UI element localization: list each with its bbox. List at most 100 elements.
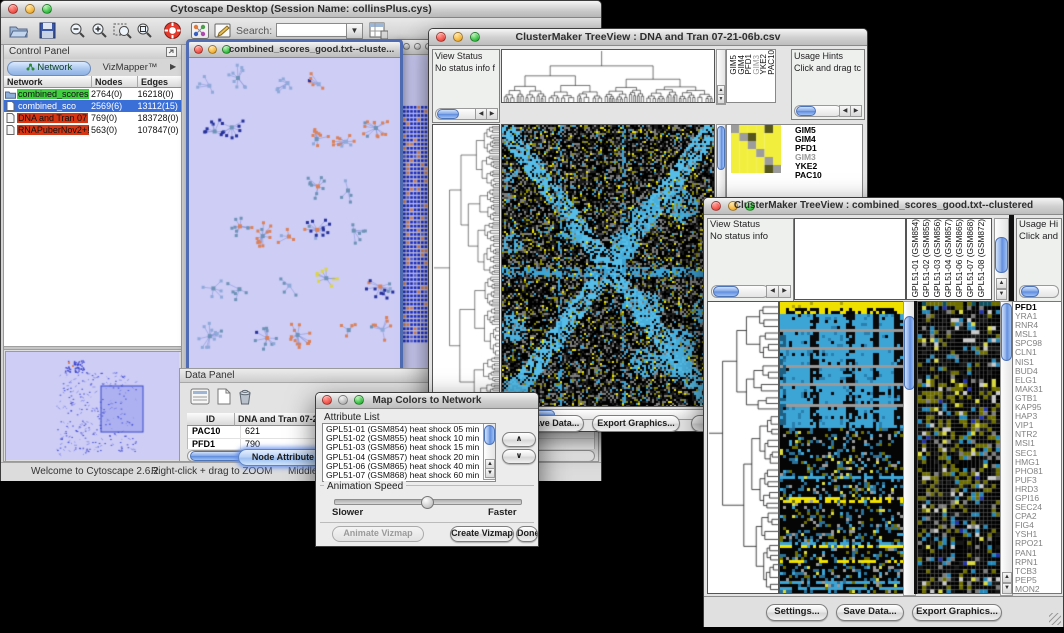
- search-dropdown-button[interactable]: ▼: [346, 23, 363, 39]
- control-panel: Control Panel Network VizMapper™ ▶ Netwo…: [3, 44, 182, 462]
- attribute-list-label: Attribute List: [324, 412, 380, 423]
- close-button[interactable]: [194, 45, 203, 54]
- zoom-out-icon[interactable]: [69, 22, 87, 40]
- column-dendrogram[interactable]: [501, 49, 715, 103]
- scroll-right-arrow[interactable]: ▶: [850, 105, 862, 117]
- new-attribute-icon[interactable]: [215, 388, 232, 405]
- treeview1-title: ClusterMaker TreeView : DNA and Tran 07-…: [429, 31, 867, 43]
- network-list-row[interactable]: combined_sco2569(6)13112(15): [4, 100, 181, 112]
- status-hint-zoom: Right-click + drag to ZOOM: [151, 466, 272, 477]
- gene-label[interactable]: MON2: [1015, 585, 1061, 594]
- minimize-button[interactable]: [208, 45, 217, 54]
- save-data-button[interactable]: Save Data...: [836, 604, 904, 621]
- move-down-button[interactable]: ∨: [502, 449, 536, 464]
- export-graphics-button[interactable]: Export Graphics...: [592, 415, 680, 432]
- column-label[interactable]: PFD1: [744, 54, 752, 74]
- network-graph-view[interactable]: [189, 58, 400, 371]
- slider-slower-label: Slower: [332, 507, 363, 518]
- zoom-submatrix-view[interactable]: [917, 301, 1001, 594]
- zoom-in-icon[interactable]: [91, 22, 109, 40]
- column-label[interactable]: GIM3: [752, 55, 760, 75]
- network-edges: 183728(0): [136, 113, 181, 123]
- scroll-right-arrow[interactable]: ▶: [778, 285, 791, 298]
- column-label[interactable]: GPL51-01 (GSM854): [910, 219, 921, 297]
- map-colors-dialog: Map Colors to Network Attribute List GPL…: [315, 392, 539, 547]
- network-edges: 16218(0): [136, 89, 181, 99]
- create-vizmap-button[interactable]: Create Vizmap: [450, 526, 514, 542]
- attribute-list-vscrollbar[interactable]: ▲ ▼: [483, 424, 495, 480]
- close-button[interactable]: [403, 43, 410, 50]
- column-label[interactable]: PAC10: [767, 50, 775, 75]
- scroll-right-arrow[interactable]: ▶: [486, 108, 498, 120]
- grid-network-view[interactable]: [402, 104, 428, 346]
- slider-faster-label: Faster: [488, 507, 517, 518]
- save-icon[interactable]: [39, 22, 56, 39]
- network-name: combined_sco: [17, 101, 77, 111]
- background-network-window[interactable]: [399, 39, 431, 375]
- heatmap-global-view[interactable]: [501, 124, 715, 407]
- heatmap-view[interactable]: [779, 301, 904, 594]
- animation-speed-slider[interactable]: [334, 499, 522, 505]
- move-up-button[interactable]: ∧: [502, 432, 536, 447]
- export-graphics-button[interactable]: Export Graphics...: [912, 604, 1002, 621]
- column-label[interactable]: GIM5: [729, 55, 737, 75]
- birdseye-view[interactable]: [5, 351, 182, 463]
- row-dendrogram[interactable]: [432, 124, 500, 407]
- slider-thumb[interactable]: [421, 496, 434, 509]
- zoom-column-labels: GIM5GIM4PFD1GIM3YKE2PAC10: [726, 49, 776, 103]
- column-label[interactable]: GPL51-08 (GSM872): [976, 219, 987, 297]
- column-label[interactable]: GPL51-04 (GSM857): [943, 219, 954, 297]
- column-label[interactable]: GPL51-03 (GSM856): [932, 219, 943, 297]
- column-labels-vscrollbar[interactable]: ▲ ▼: [994, 218, 1009, 302]
- view-status-panel: View Status No status info f ◀ ▶: [432, 49, 500, 123]
- network-name: RNAPuberNov2+!: [17, 125, 89, 135]
- network-tab-icon: [26, 63, 35, 71]
- settings-button[interactable]: Settings...: [766, 604, 828, 621]
- network-view-title: combined_scores_good.txt--cluste...: [229, 44, 396, 55]
- gene-labels-list: PFD1YRA1RNR4MSL1SPC98CLN1NIS1BUD4ELG1MAK…: [1012, 301, 1062, 594]
- animate-vizmap-button[interactable]: Animate Vizmap: [332, 526, 424, 542]
- float-panel-icon[interactable]: [166, 47, 177, 57]
- select-attributes-icon[interactable]: [190, 388, 210, 405]
- column-label[interactable]: GPL51-06 (GSM865): [954, 219, 965, 297]
- network-list-row[interactable]: DNA and Tran 07769(0)183728(0): [4, 112, 181, 124]
- attribute-list-item[interactable]: GPL51-07 (GSM868) heat shock 60 min: [326, 471, 495, 480]
- attribute-table-icon[interactable]: [369, 22, 388, 39]
- column-label[interactable]: GPL51-07 (GSM868): [965, 219, 976, 297]
- tab-network[interactable]: Network: [7, 61, 91, 76]
- zoom-submatrix-view[interactable]: [731, 125, 781, 173]
- zoom-selected-icon[interactable]: [113, 22, 133, 40]
- usage-hints-hscrollbar[interactable]: [794, 105, 842, 117]
- main-window-title: Cytoscape Desktop (Session Name: collins…: [1, 3, 601, 15]
- tab-overflow-arrow[interactable]: ▶: [170, 62, 176, 71]
- column-dendrogram-area[interactable]: [794, 218, 906, 300]
- usage-hints-hscrollbar[interactable]: [1019, 285, 1059, 298]
- data-panel-title: Data Panel: [185, 370, 234, 381]
- open-file-icon[interactable]: [9, 22, 28, 39]
- view-status-hscrollbar[interactable]: [711, 285, 769, 298]
- main-titlebar[interactable]: Cytoscape Desktop (Session Name: collins…: [1, 1, 601, 18]
- done-button[interactable]: Done: [516, 526, 538, 542]
- treeview2-bottom-bar: Settings... Save Data... Export Graphics..…: [704, 596, 1063, 627]
- zoom-fit-icon[interactable]: [136, 22, 154, 40]
- attribute-list: GPL51-01 (GSM854) heat shock 05 minGPL51…: [322, 423, 496, 482]
- delete-attribute-icon[interactable]: [237, 388, 253, 406]
- help-icon[interactable]: [163, 21, 182, 40]
- row-dendrogram[interactable]: [707, 301, 779, 594]
- gene-label[interactable]: PAC10: [795, 171, 822, 180]
- column-label[interactable]: GIM4: [737, 55, 745, 75]
- column-label[interactable]: YKE2: [759, 54, 767, 74]
- network-list: combined_scores2764(0)16218(0)combined_s…: [4, 88, 181, 136]
- column-label[interactable]: GPL51-02 (GSM855): [921, 219, 932, 297]
- network-list-row[interactable]: RNAPuberNov2+!563(0)107847(0): [4, 124, 181, 136]
- vizmap-network-icon[interactable]: [191, 22, 209, 39]
- panel-splitter[interactable]: [4, 346, 181, 350]
- status-welcome: Welcome to Cytoscape 2.6.2: [31, 466, 159, 477]
- resize-grip[interactable]: [1049, 613, 1061, 625]
- tab-vizmapper[interactable]: VizMapper™: [94, 62, 166, 73]
- annotation-icon[interactable]: [214, 22, 233, 39]
- network-list-row[interactable]: combined_scores2764(0)16218(0): [4, 88, 181, 100]
- search-input[interactable]: [276, 23, 348, 37]
- dendro-vscrollbar[interactable]: ▲ ▼: [716, 49, 726, 105]
- minimize-button[interactable]: [414, 43, 421, 50]
